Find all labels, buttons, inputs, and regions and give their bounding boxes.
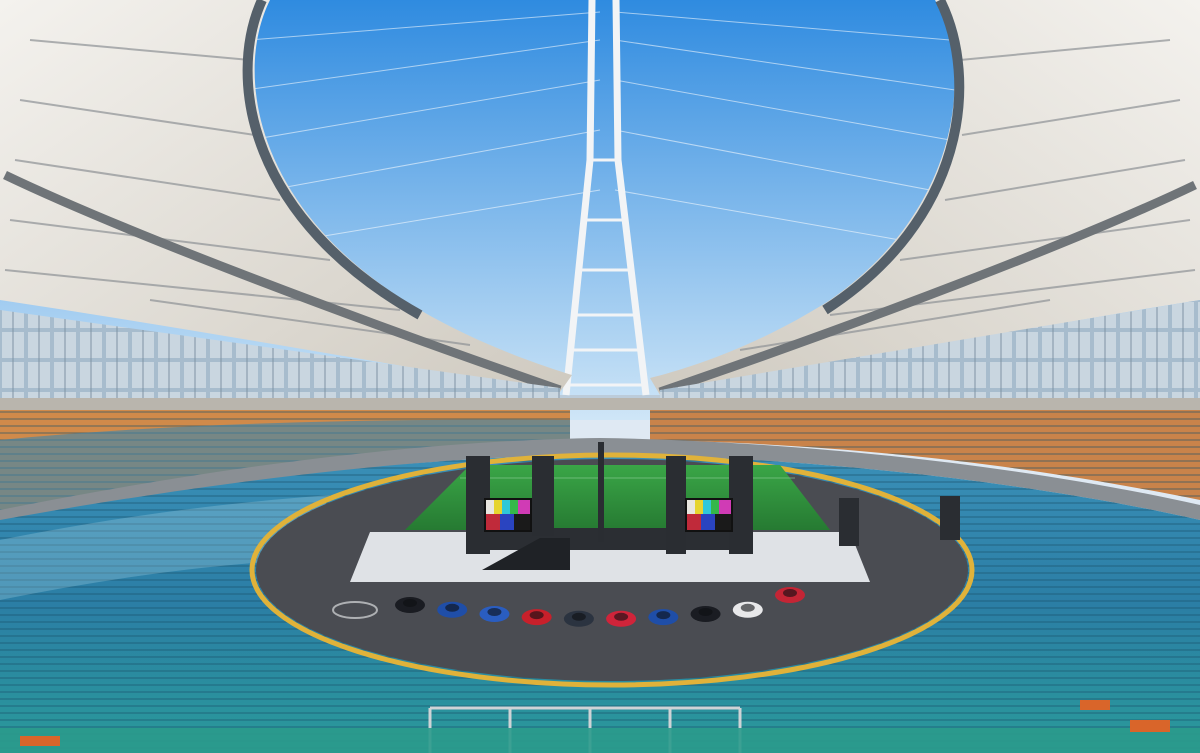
lighting-mast xyxy=(598,442,604,542)
stadium-scene xyxy=(0,0,1200,753)
car xyxy=(648,609,679,626)
car xyxy=(732,601,763,618)
car xyxy=(437,601,468,618)
car xyxy=(479,605,510,622)
car xyxy=(395,597,425,613)
front-seats-orange xyxy=(0,728,1200,753)
car xyxy=(606,610,637,627)
facade-ledge xyxy=(0,398,1200,410)
car xyxy=(775,587,805,603)
car xyxy=(690,605,721,622)
car xyxy=(521,609,552,626)
led-screen-right xyxy=(685,498,733,532)
led-screen-left xyxy=(484,498,532,532)
car xyxy=(563,610,594,627)
